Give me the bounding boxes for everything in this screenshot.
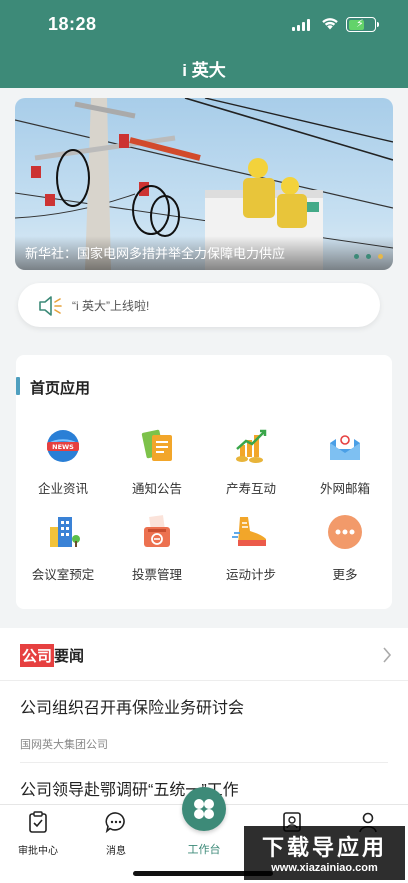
tab-label-workbench: 工作台 — [187, 844, 221, 856]
app-label: 更多 — [332, 568, 358, 582]
cellular-signal-icon — [292, 19, 310, 31]
mail-icon — [330, 433, 360, 460]
banner-caption-bar: 新华社：国家电网多措并举全力保障电力供应 — [15, 236, 393, 270]
app-header: 18:28 ⚡ i 英大 — [0, 0, 408, 88]
tab-messages[interactable]: 消息 — [86, 811, 146, 857]
app-title: i 英大 — [182, 61, 226, 80]
app-life-interaction[interactable]: 产寿互动 — [204, 427, 298, 497]
ballot-box-icon — [144, 515, 170, 547]
company-news-section: 公司 要闻 公司组织召开再保险业务研讨会 国网英大集团公司 公司领导赴鄂调研“五统… — [0, 628, 408, 804]
apps-section-title: 首页应用 — [16, 377, 90, 397]
status-time: 18:28 — [48, 14, 97, 34]
app-label: 外网邮箱 — [319, 482, 370, 496]
app-label: 运动计步 — [225, 568, 276, 582]
svg-text:NEWS: NEWS — [52, 443, 74, 451]
app-label: 投票管理 — [131, 568, 182, 582]
news-item-source: 国网英大集团公司 — [20, 739, 108, 751]
building-icon — [50, 517, 80, 547]
site-watermark: 下载导应用 www.xiazainiao.com — [244, 826, 405, 880]
sneaker-icon — [232, 517, 266, 546]
watermark-line2: www.xiazainiao.com — [271, 862, 378, 874]
tab-label: 审批中心 — [18, 846, 58, 857]
news-item-title[interactable]: 公司组织召开再保险业务研讨会 — [20, 694, 244, 718]
app-meeting-room-booking[interactable]: 会议室预定 — [16, 513, 110, 583]
news-section-title: 公司 要闻 — [20, 644, 85, 667]
app-label: 会议室预定 — [31, 568, 95, 582]
speaker-icon — [39, 296, 62, 316]
carousel-dot-active — [378, 254, 383, 259]
app-enterprise-news[interactable]: NEWS 企业资讯 — [16, 427, 110, 497]
tab-approval-center[interactable]: 审批中心 — [8, 811, 68, 857]
app-label: 产寿互动 — [225, 482, 276, 496]
carousel-dots — [354, 254, 383, 259]
news-banner-carousel[interactable]: 新华社：国家电网多措并举全力保障电力供应 — [15, 98, 393, 270]
news-title-rest: 要闻 — [54, 648, 85, 665]
tab-label: 消息 — [106, 846, 126, 857]
clover-icon — [194, 799, 214, 819]
divider — [0, 680, 408, 681]
home-apps-panel: 首页应用 NEWS 企业资讯 通知公告 产寿互动 外网邮箱 会议室预定 投票管理… — [16, 355, 392, 609]
carousel-dot — [354, 254, 359, 259]
chevron-right-icon[interactable] — [382, 646, 392, 664]
battery-icon: ⚡ — [346, 17, 379, 32]
app-notices[interactable]: 通知公告 — [110, 427, 204, 497]
app-external-mail[interactable]: 外网邮箱 — [298, 427, 392, 497]
tab-workbench[interactable] — [182, 787, 226, 831]
app-label: 企业资讯 — [37, 482, 88, 496]
news-tag: 公司 — [20, 644, 55, 667]
notice-icon — [141, 429, 172, 461]
app-label: 通知公告 — [131, 482, 182, 496]
divider — [20, 762, 388, 763]
more-icon — [328, 515, 362, 549]
clipboard-check-icon — [29, 811, 47, 833]
carousel-dot — [366, 254, 371, 259]
status-bar: 18:28 ⚡ — [0, 10, 408, 40]
notice-text: “i 英大”上线啦! — [72, 299, 150, 313]
app-step-counter[interactable]: 运动计步 — [204, 513, 298, 583]
news-icon: NEWS — [47, 430, 79, 462]
notice-bar[interactable]: “i 英大”上线啦! — [18, 283, 380, 327]
chat-icon — [105, 812, 125, 834]
app-more[interactable]: 更多 — [298, 513, 392, 583]
watermark-line1: 下载导应用 — [261, 835, 387, 860]
app-vote-management[interactable]: 投票管理 — [110, 513, 204, 583]
banner-caption: 新华社：国家电网多措并举全力保障电力供应 — [25, 246, 286, 261]
wifi-icon — [322, 18, 338, 30]
coins-chart-icon — [236, 429, 267, 463]
